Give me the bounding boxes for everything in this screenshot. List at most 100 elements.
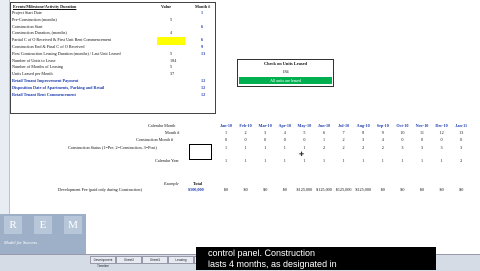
construction-month-cell[interactable]: 0 — [413, 137, 431, 142]
calendar-year-cell[interactable]: 1 — [433, 158, 451, 163]
calendar-month-cell[interactable]: Aug-10 — [354, 123, 372, 128]
calendar-month-cell[interactable]: May-10 — [295, 123, 313, 128]
dev-fee-cell[interactable]: $0 — [413, 187, 431, 192]
calendar-month-cell[interactable]: Nov-10 — [413, 123, 431, 128]
dev-fee-cell[interactable]: $125,000 — [354, 187, 372, 192]
construction-month-cell[interactable]: 1 — [315, 137, 333, 142]
month-number-cell[interactable]: 2 — [237, 130, 255, 135]
construction-month-cell[interactable]: 2 — [335, 137, 353, 142]
construction-status-cell[interactable]: 1 — [256, 145, 274, 150]
construction-month-cell[interactable]: 0 — [256, 137, 274, 142]
calendar-month-cell[interactable]: Jan-11 — [452, 123, 470, 128]
input-row-label: Units Leased per Month — [12, 71, 53, 77]
construction-month-cell[interactable]: 0 — [276, 137, 294, 142]
construction-status-cell[interactable]: 2 — [374, 145, 392, 150]
calendar-year-cell[interactable]: 1 — [315, 158, 333, 163]
calendar-month-cell[interactable]: Mar-10 — [256, 123, 274, 128]
logo-letter-m: M — [64, 216, 82, 234]
construction-month-cell[interactable]: 0 — [217, 137, 235, 142]
calendar-year-cell[interactable]: 2 — [452, 158, 470, 163]
dev-fee-cell[interactable]: $0 — [237, 187, 255, 192]
calendar-month-cell[interactable]: Jun-10 — [315, 123, 333, 128]
construction-month-cell[interactable]: 0 — [237, 137, 255, 142]
month-number-cell[interactable]: 8 — [354, 130, 372, 135]
calendar-month-cell[interactable]: Jan-10 — [217, 123, 235, 128]
construction-status-cell[interactable]: 2 — [335, 145, 353, 150]
construction-month-cell[interactable]: 0 — [452, 137, 470, 142]
month-number-cell[interactable]: 6 — [315, 130, 333, 135]
dev-fee-cell[interactable]: $125,000 — [315, 187, 333, 192]
construction-status-cell[interactable]: 1 — [217, 145, 235, 150]
construction-status-cell[interactable]: 2 — [315, 145, 333, 150]
dev-fee-cell[interactable]: $0 — [452, 187, 470, 192]
input-row-value[interactable]: 184 — [170, 58, 176, 63]
dev-fee-cell[interactable]: $0 — [276, 187, 294, 192]
construction-status-cell[interactable]: 3 — [433, 145, 451, 150]
selected-cell[interactable] — [189, 144, 212, 160]
month-number-cell[interactable]: 1 — [217, 130, 235, 135]
input-row-value[interactable]: 5 — [170, 64, 172, 69]
month-number-cell[interactable]: 10 — [393, 130, 411, 135]
calendar-month-cell[interactable]: Apr-10 — [276, 123, 294, 128]
dev-fee-cell[interactable]: $0 — [374, 187, 392, 192]
check-status-badge: All units are leased — [239, 77, 332, 84]
calendar-month-cell[interactable]: Feb-10 — [237, 123, 255, 128]
month-number-cell[interactable]: 4 — [276, 130, 294, 135]
construction-status-cell[interactable]: 3 — [413, 145, 431, 150]
sheet-tab[interactable]: Development Timeline — [90, 256, 116, 268]
calendar-year-cell[interactable]: 1 — [276, 158, 294, 163]
check-value: 184 — [282, 69, 289, 74]
input-row-label: First Construction Leasing Duration (mon… — [12, 50, 121, 56]
check-title: Check on Units Leased — [263, 61, 308, 66]
construction-month-cell[interactable]: 3 — [354, 137, 372, 142]
construction-month-cell[interactable]: 0 — [433, 137, 451, 142]
dev-fee-cell[interactable]: $0 — [217, 187, 235, 192]
month-number-cell[interactable]: 12 — [433, 130, 451, 135]
input-row-label: Number of Units to Lease — [12, 57, 56, 63]
dev-fee-cell[interactable]: $0 — [393, 187, 411, 192]
calendar-month-cell[interactable]: Jul-10 — [335, 123, 353, 128]
input-row-label: Project Start Date — [12, 10, 42, 15]
month-number-cell[interactable]: 11 — [413, 130, 431, 135]
sheet-tab[interactable]: Sheet3 — [142, 256, 168, 264]
calendar-month-cell[interactable]: Sep-10 — [374, 123, 392, 128]
construction-status-cell[interactable]: 1 — [276, 145, 294, 150]
dev-fee-cell[interactable]: $0 — [433, 187, 451, 192]
calendar-year-cell[interactable]: 1 — [217, 158, 235, 163]
calendar-year-cell[interactable]: 1 — [237, 158, 255, 163]
month-number-cell[interactable]: 3 — [256, 130, 274, 135]
construction-month-cell[interactable]: 0 — [393, 137, 411, 142]
calendar-year-cell[interactable]: 1 — [413, 158, 431, 163]
construction-status-cell[interactable]: 2 — [354, 145, 372, 150]
construction-duration-input-highlight[interactable] — [157, 37, 185, 45]
dev-fee-cell[interactable]: $0 — [256, 187, 274, 192]
calendar-year-cell[interactable]: 1 — [295, 158, 313, 163]
construction-status-cell[interactable]: 1 — [237, 145, 255, 150]
construction-status-cell[interactable]: 3 — [393, 145, 411, 150]
calendar-month-cell[interactable]: Dec-10 — [433, 123, 451, 128]
calendar-year-cell[interactable]: 1 — [374, 158, 392, 163]
construction-status-cell[interactable]: 3 — [452, 145, 470, 150]
construction-status-cell[interactable]: 1 — [295, 145, 313, 150]
month-number-cell[interactable]: 7 — [335, 130, 353, 135]
spreadsheet-area[interactable]: Events/Milestone/Activity Duration Value… — [0, 0, 480, 254]
input-row-value[interactable]: 5 — [170, 17, 172, 22]
dev-fee-cell[interactable]: $125,000 — [295, 187, 313, 192]
sheet-tab[interactable]: Leasing — [168, 256, 194, 264]
input-row-value[interactable]: 37 — [170, 71, 174, 76]
month-number-cell[interactable]: 5 — [295, 130, 313, 135]
calendar-year-cell[interactable]: 1 — [393, 158, 411, 163]
calendar-year-cell[interactable]: 1 — [335, 158, 353, 163]
month-number-cell[interactable]: 13 — [452, 130, 470, 135]
calendar-month-cell[interactable]: Oct-10 — [393, 123, 411, 128]
calendar-year-cell[interactable]: 1 — [256, 158, 274, 163]
sheet-tab[interactable]: Sheet2 — [116, 256, 142, 264]
input-row-label: Pre-Construction (months) — [12, 16, 57, 22]
input-row-value[interactable]: 4 — [170, 30, 172, 35]
input-row-value[interactable]: 5 — [170, 51, 172, 56]
dev-fee-cell[interactable]: $125,000 — [335, 187, 353, 192]
calendar-year-cell[interactable]: 1 — [354, 158, 372, 163]
month-number-cell[interactable]: 9 — [374, 130, 392, 135]
construction-month-cell[interactable]: 0 — [295, 137, 313, 142]
construction-month-cell[interactable]: 4 — [374, 137, 392, 142]
